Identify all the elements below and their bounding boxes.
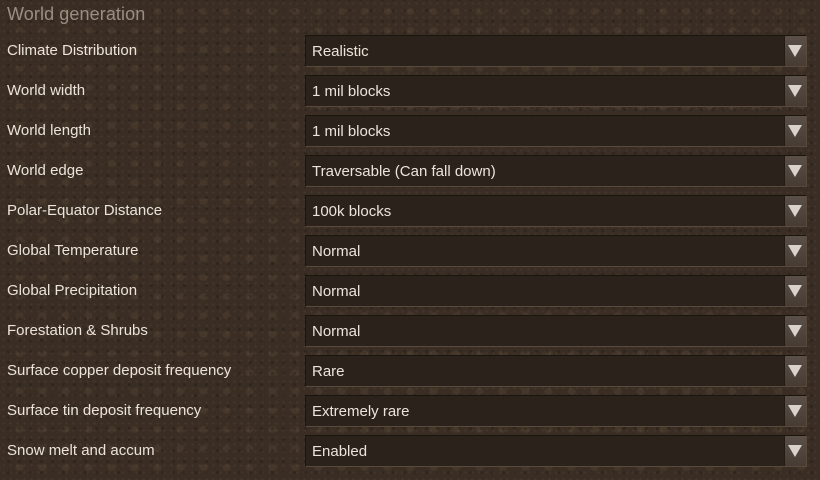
dropdown-arrow-button[interactable] [784, 196, 806, 226]
chevron-down-icon [788, 125, 802, 137]
setting-row-forestation-shrubs: Forestation & Shrubs Normal [0, 312, 820, 352]
dropdown-value: 1 mil blocks [312, 83, 391, 100]
chevron-down-icon [788, 405, 802, 417]
dropdown-value: Normal [312, 243, 361, 260]
dropdown-arrow-button[interactable] [784, 276, 806, 306]
setting-label: Climate Distribution [7, 42, 138, 59]
setting-label: World edge [7, 162, 84, 179]
setting-label: Global Temperature [7, 242, 139, 259]
dropdown-arrow-button[interactable] [784, 36, 806, 66]
chevron-down-icon [788, 285, 802, 297]
world-generation-settings: Climate Distribution Realistic World wid… [0, 32, 820, 472]
dropdown-arrow-button[interactable] [784, 436, 806, 466]
setting-label: World length [7, 122, 91, 139]
surface-copper-deposit-frequency-dropdown[interactable]: Rare [305, 355, 807, 387]
setting-label: Snow melt and accum [7, 442, 155, 459]
chevron-down-icon [788, 365, 802, 377]
dropdown-value: Normal [312, 283, 361, 300]
global-precipitation-dropdown[interactable]: Normal [305, 275, 807, 307]
surface-tin-deposit-frequency-dropdown[interactable]: Extremely rare [305, 395, 807, 427]
dropdown-arrow-button[interactable] [784, 76, 806, 106]
setting-label: World width [7, 82, 86, 99]
chevron-down-icon [788, 165, 802, 177]
world-length-dropdown[interactable]: 1 mil blocks [305, 115, 807, 147]
setting-row-world-edge: World edge Traversable (Can fall down) [0, 152, 820, 192]
setting-label: Forestation & Shrubs [7, 322, 148, 339]
setting-label: Global Precipitation [7, 282, 138, 299]
setting-row-world-width: World width 1 mil blocks [0, 72, 820, 112]
setting-row-surface-tin-deposit-frequency: Surface tin deposit frequency Extremely … [0, 392, 820, 432]
setting-row-climate-distribution: Climate Distribution Realistic [0, 32, 820, 72]
chevron-down-icon [788, 85, 802, 97]
setting-label: Surface tin deposit frequency [7, 402, 202, 419]
chevron-down-icon [788, 445, 802, 457]
chevron-down-icon [788, 205, 802, 217]
dropdown-value: Enabled [312, 443, 368, 460]
polar-equator-distance-dropdown[interactable]: 100k blocks [305, 195, 807, 227]
setting-row-global-precipitation: Global Precipitation Normal [0, 272, 820, 312]
world-width-dropdown[interactable]: 1 mil blocks [305, 75, 807, 107]
dropdown-arrow-button[interactable] [784, 116, 806, 146]
world-edge-dropdown[interactable]: Traversable (Can fall down) [305, 155, 807, 187]
dropdown-arrow-button[interactable] [784, 156, 806, 186]
dropdown-arrow-button[interactable] [784, 396, 806, 426]
dropdown-value: Traversable (Can fall down) [312, 163, 496, 180]
chevron-down-icon [788, 45, 802, 57]
dropdown-value: Realistic [312, 43, 369, 60]
dropdown-value: Rare [312, 363, 345, 380]
setting-label: Surface copper deposit frequency [7, 362, 232, 379]
dropdown-value: Extremely rare [312, 403, 410, 420]
setting-row-global-temperature: Global Temperature Normal [0, 232, 820, 272]
chevron-down-icon [788, 245, 802, 257]
dropdown-value: 1 mil blocks [312, 123, 391, 140]
setting-label: Polar-Equator Distance [7, 202, 163, 219]
global-temperature-dropdown[interactable]: Normal [305, 235, 807, 267]
dropdown-value: Normal [312, 323, 361, 340]
section-title: World generation [7, 4, 146, 24]
forestation-shrubs-dropdown[interactable]: Normal [305, 315, 807, 347]
setting-row-world-length: World length 1 mil blocks [0, 112, 820, 152]
dropdown-value: 100k blocks [312, 203, 392, 220]
dropdown-arrow-button[interactable] [784, 316, 806, 346]
snow-melt-and-accum-dropdown[interactable]: Enabled [305, 435, 807, 467]
setting-row-surface-copper-deposit-frequency: Surface copper deposit frequency Rare [0, 352, 820, 392]
climate-distribution-dropdown[interactable]: Realistic [305, 35, 807, 67]
dropdown-arrow-button[interactable] [784, 356, 806, 386]
chevron-down-icon [788, 325, 802, 337]
dropdown-arrow-button[interactable] [784, 236, 806, 266]
setting-row-snow-melt-and-accum: Snow melt and accum Enabled [0, 432, 820, 472]
setting-row-polar-equator-distance: Polar-Equator Distance 100k blocks [0, 192, 820, 232]
